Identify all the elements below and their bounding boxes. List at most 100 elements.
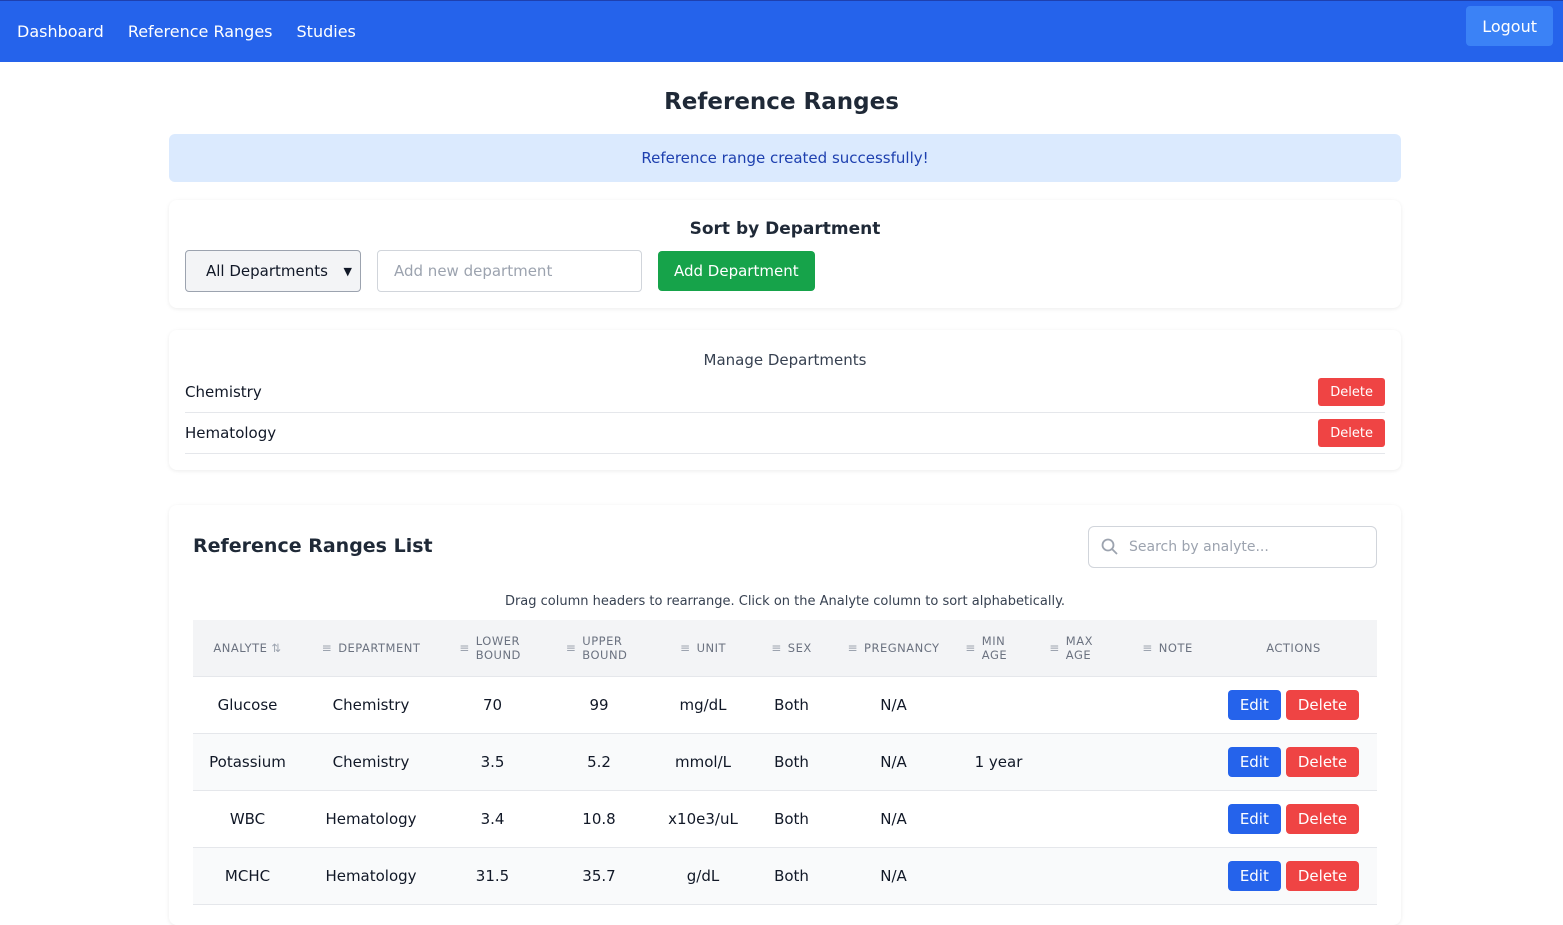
nav-reference-ranges[interactable]: Reference Ranges [128, 22, 273, 41]
column-header-label: UPPER BOUND [582, 633, 628, 662]
column-header[interactable]: ≡ UNIT [653, 620, 753, 677]
table-cell: 31.5 [440, 847, 545, 905]
table-hint: Drag column headers to rearrange. Click … [504, 594, 1066, 609]
nav-dashboard[interactable]: Dashboard [17, 22, 104, 41]
drag-handle-icon[interactable]: ≡ [566, 641, 577, 655]
table-cell: 99 [545, 676, 653, 734]
table-cell [1040, 676, 1125, 734]
drag-handle-icon[interactable]: ≡ [965, 641, 976, 655]
table-cell: 3.4 [440, 790, 545, 848]
department-name: Chemistry [185, 383, 262, 401]
drag-handle-icon[interactable]: ≡ [680, 641, 691, 655]
page-title: Reference Ranges [664, 89, 899, 115]
reference-ranges-table: ANALYTE ⇅ ≡ DEPARTMENT ≡ LOWER BOUND ≡ UPPER B… [193, 620, 1377, 905]
drag-handle-icon[interactable]: ≡ [771, 641, 782, 655]
department-select[interactable]: All Departments ▼ [185, 250, 361, 292]
table-cell: Chemistry [302, 733, 440, 791]
table-cell: Hematology [302, 790, 440, 848]
delete-button[interactable]: Delete [1285, 746, 1360, 777]
table-cell: N/A [830, 733, 957, 791]
table-cell: 10.8 [545, 790, 653, 848]
search-input[interactable]: Search by analyte... [1088, 526, 1377, 568]
delete-department-button[interactable]: Delete [1318, 419, 1385, 447]
column-header[interactable]: ≡ LOWER BOUND [440, 620, 545, 677]
logout-button[interactable]: Logout [1466, 6, 1553, 46]
drag-handle-icon[interactable]: ≡ [322, 641, 333, 655]
manage-title: Manage Departments [703, 351, 867, 369]
table-cell: 3.5 [440, 733, 545, 791]
actions-cell: Edit Delete [1210, 676, 1377, 734]
table-cell [1125, 733, 1210, 791]
table-cell: Both [753, 676, 830, 734]
delete-department-button[interactable]: Delete [1318, 378, 1385, 406]
table-cell: N/A [830, 847, 957, 905]
department-name: Hematology [185, 424, 277, 442]
column-header-label: ANALYTE [213, 640, 268, 655]
chevron-down-icon: ▼ [343, 264, 352, 278]
column-header[interactable]: ≡ PREGNANCY [830, 620, 957, 677]
column-header-label: UNIT [696, 640, 726, 655]
table-row: Potassium Chemistry 3.5 5.2 mmol/L Both N/A 1 y… [193, 733, 1377, 791]
column-header-label: PREGNANCY [864, 640, 940, 655]
table-cell: Glucose [193, 676, 302, 734]
edit-button[interactable]: Edit [1227, 746, 1281, 777]
delete-button[interactable]: Delete [1285, 860, 1360, 891]
table-row: Glucose Chemistry 70 99 mg/dL Both N/A Edit Dele… [193, 676, 1377, 734]
drag-handle-icon[interactable]: ≡ [459, 641, 470, 655]
column-header[interactable]: ≡ MAX AGE [1040, 620, 1125, 677]
table-cell [957, 790, 1040, 848]
table-cell: 35.7 [545, 847, 653, 905]
search-placeholder: Search by analyte... [1129, 539, 1269, 555]
column-header-label: MAX AGE [1065, 633, 1093, 662]
table-row: WBC Hematology 3.4 10.8 x10e3/uL Both N/A Edit D… [193, 790, 1377, 848]
table-cell: Chemistry [302, 676, 440, 734]
edit-button[interactable]: Edit [1227, 860, 1281, 891]
table-cell: Potassium [193, 733, 302, 791]
column-header[interactable]: ≡ UPPER BOUND [545, 620, 653, 677]
table-cell [1125, 790, 1210, 848]
table-cell: 5.2 [545, 733, 653, 791]
column-header: ACTIONS [1210, 620, 1377, 677]
table-cell [1125, 847, 1210, 905]
column-header[interactable]: ≡ SEX [753, 620, 830, 677]
table-row: MCHC Hematology 31.5 35.7 g/dL Both N/A Edit Del… [193, 847, 1377, 905]
column-header[interactable]: ≡ DEPARTMENT [302, 620, 440, 677]
edit-button[interactable]: Edit [1227, 803, 1281, 834]
delete-button[interactable]: Delete [1285, 803, 1360, 834]
table-cell: mmol/L [653, 733, 753, 791]
add-department-button[interactable]: Add Department [658, 251, 815, 291]
department-row: Chemistry Delete [185, 372, 1385, 413]
nav-studies[interactable]: Studies [297, 22, 356, 41]
column-header[interactable]: ANALYTE ⇅ [193, 620, 302, 677]
select-value: All Departments [206, 262, 328, 280]
table-cell [1125, 676, 1210, 734]
column-header[interactable]: ≡ NOTE [1125, 620, 1210, 677]
drag-handle-icon[interactable]: ≡ [847, 641, 858, 655]
sort-icon[interactable]: ⇅ [271, 641, 281, 655]
reference-ranges-card: Reference Ranges List Search by analyte.… [169, 505, 1401, 925]
table-cell: MCHC [193, 847, 302, 905]
table-cell: x10e3/uL [653, 790, 753, 848]
table-cell: WBC [193, 790, 302, 848]
table-cell: mg/dL [653, 676, 753, 734]
manage-departments-card: Manage Departments Chemistry Delete Hemat… [169, 330, 1401, 470]
drag-handle-icon[interactable]: ≡ [1049, 641, 1060, 655]
table-cell [1040, 733, 1125, 791]
actions-cell: Edit Delete [1210, 790, 1377, 848]
delete-button[interactable]: Delete [1285, 689, 1360, 720]
table-cell: 70 [440, 676, 545, 734]
department-row: Hematology Delete [185, 413, 1385, 454]
table-cell: Both [753, 790, 830, 848]
drag-handle-icon[interactable]: ≡ [1142, 641, 1153, 655]
column-header-label: MIN AGE [981, 633, 1008, 662]
column-header-label: DEPARTMENT [338, 640, 421, 655]
search-icon [1101, 538, 1118, 555]
table-cell: Both [753, 733, 830, 791]
column-header[interactable]: ≡ MIN AGE [957, 620, 1040, 677]
edit-button[interactable]: Edit [1227, 689, 1281, 720]
sort-card: Sort by Department All Departments ▼ Add … [169, 200, 1401, 308]
column-header-label: NOTE [1158, 640, 1193, 655]
table-cell [1040, 847, 1125, 905]
new-department-input[interactable] [377, 250, 642, 292]
table-cell: N/A [830, 790, 957, 848]
